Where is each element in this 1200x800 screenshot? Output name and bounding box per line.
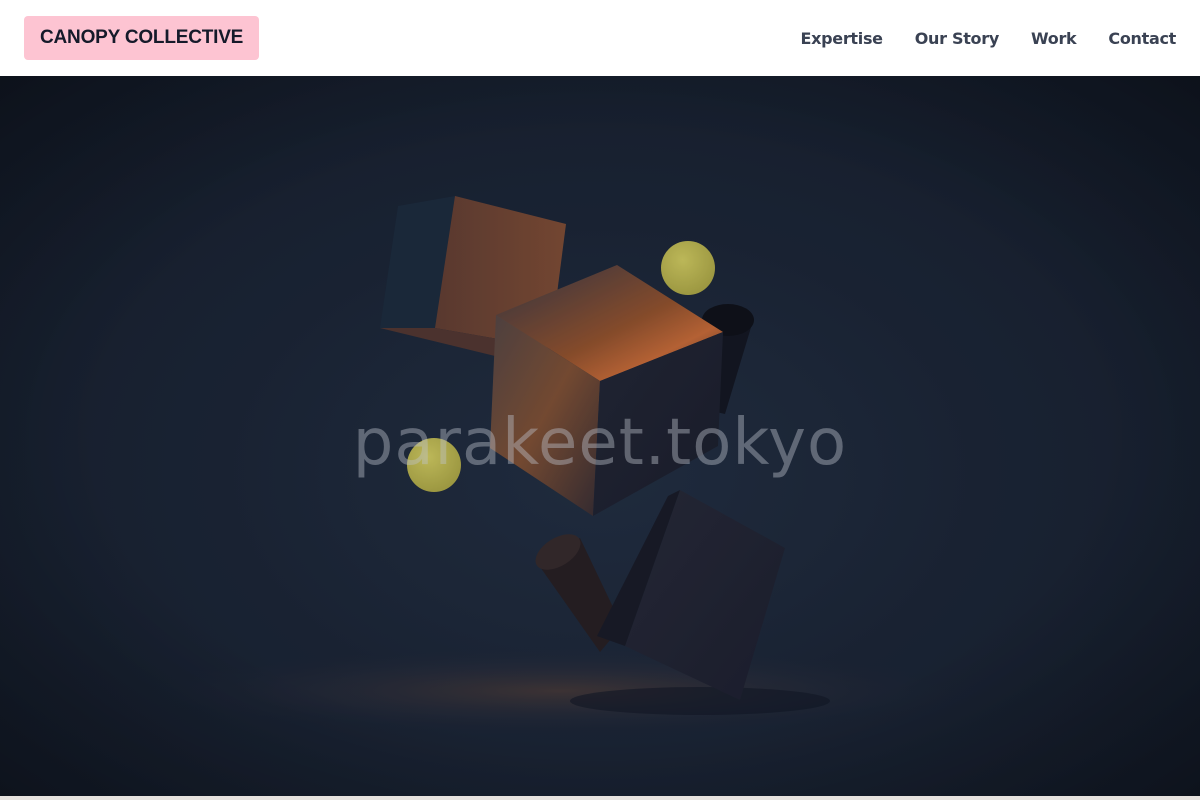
nav-link-contact[interactable]: Contact xyxy=(1108,29,1176,48)
hero-section: parakeet.tokyo xyxy=(0,76,1200,796)
bottom-strip xyxy=(0,796,1200,800)
nav-link-expertise[interactable]: Expertise xyxy=(800,29,883,48)
logo-link[interactable]: CANOPY COLLECTIVE xyxy=(24,16,260,60)
nav-link-our-story[interactable]: Our Story xyxy=(915,29,1000,48)
main-nav: Expertise Our Story Work Contact xyxy=(768,29,1176,48)
site-header: CANOPY COLLECTIVE Expertise Our Story Wo… xyxy=(0,0,1200,76)
page: CANOPY COLLECTIVE Expertise Our Story Wo… xyxy=(0,0,1200,800)
nav-link-work[interactable]: Work xyxy=(1031,29,1077,48)
watermark-text: parakeet.tokyo xyxy=(352,406,848,480)
